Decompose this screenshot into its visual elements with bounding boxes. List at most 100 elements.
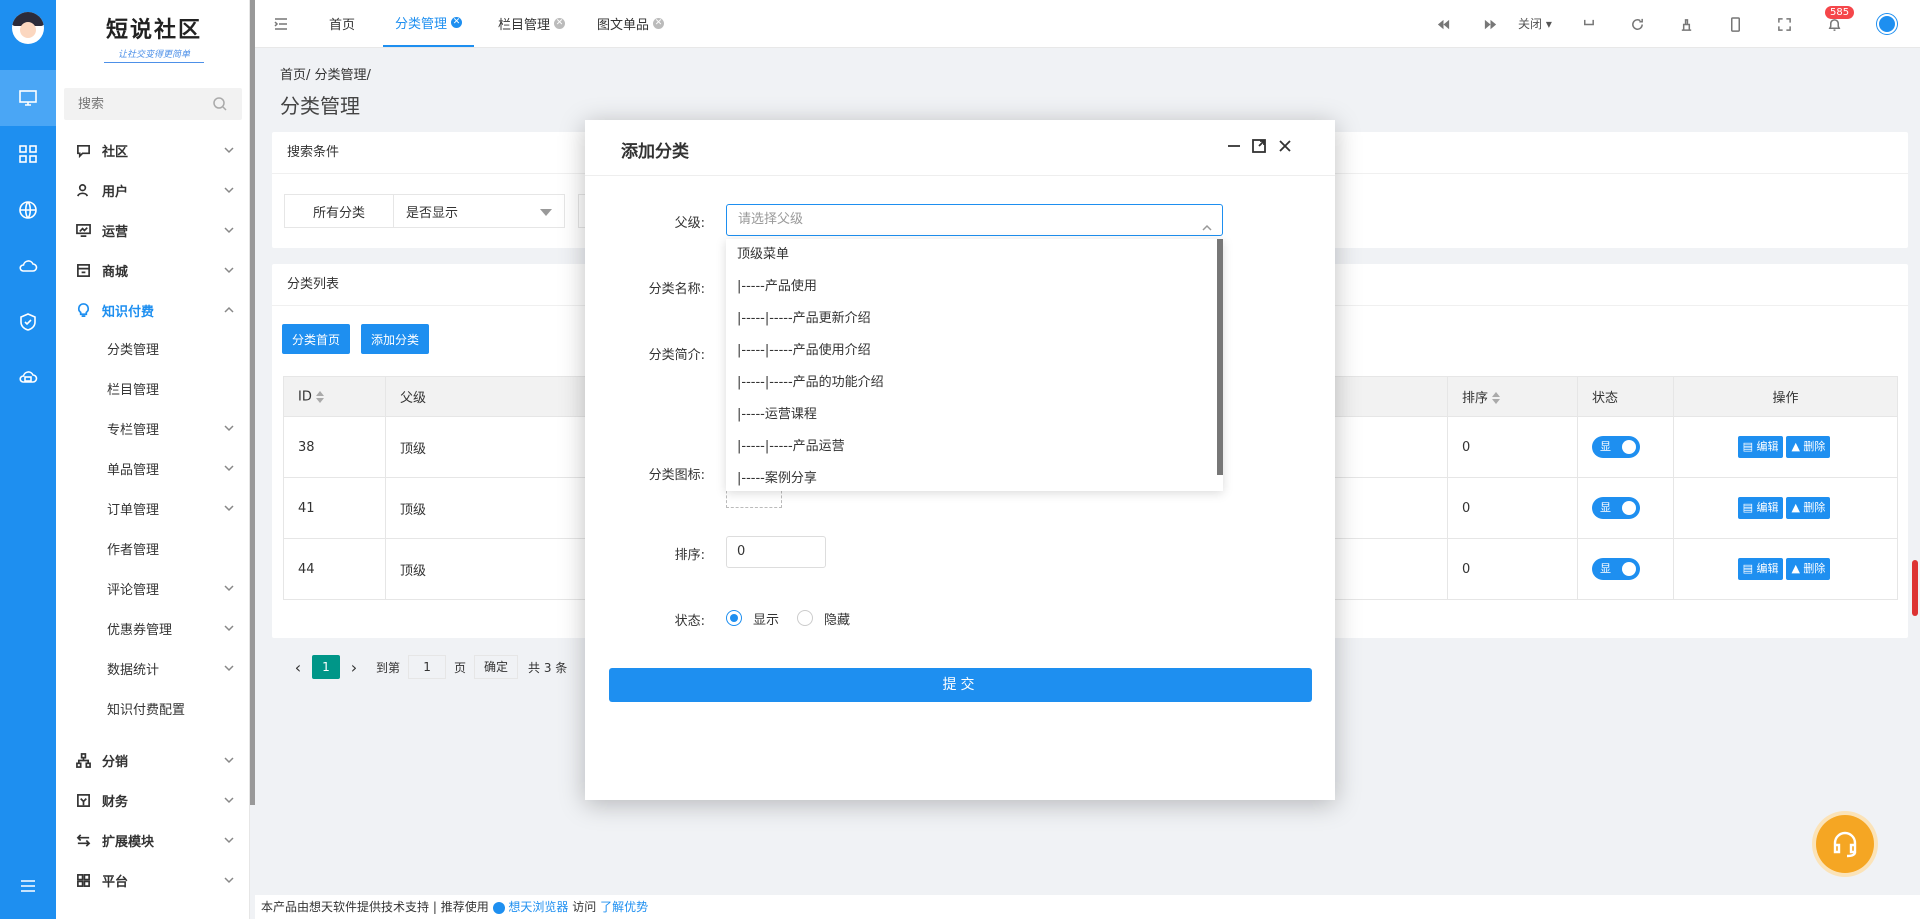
goto-page-input[interactable]: 1 — [408, 655, 447, 679]
submenu-item[interactable]: 单品管理 — [56, 448, 250, 488]
edge-handle[interactable] — [1912, 560, 1918, 616]
org-icon — [76, 752, 92, 768]
add-category-button[interactable]: 添加分类 — [361, 324, 429, 354]
next-page-icon[interactable]: › — [340, 658, 368, 677]
menu-item-finance[interactable]: 财务 — [56, 780, 250, 820]
delete-button[interactable]: ▲ 删除 — [1786, 497, 1831, 519]
status-toggle[interactable]: 显 — [1592, 436, 1640, 458]
menu-item-knowledge-pay[interactable]: 知识付费 — [56, 290, 250, 330]
submenu-item[interactable]: 知识付费配置 — [56, 688, 250, 728]
menu-item-operations[interactable]: 运营 — [56, 210, 250, 250]
intro-label: 分类简介: — [648, 348, 705, 363]
forward-icon[interactable] — [1480, 14, 1500, 34]
user-avatar[interactable] — [1877, 14, 1897, 34]
tab-close-icon[interactable]: ✕ — [451, 17, 463, 28]
sort-icon[interactable] — [315, 389, 324, 405]
submenu-item[interactable]: 优惠券管理 — [56, 608, 250, 648]
edit-button[interactable]: ▤ 编辑 — [1737, 558, 1784, 580]
dropdown-option[interactable]: |-----案例分享 — [726, 463, 1223, 491]
dropdown-option[interactable]: |-----|-----产品的功能介绍 — [726, 367, 1223, 399]
dropdown-option[interactable]: |-----运营课程 — [726, 399, 1223, 431]
tab-column-manage[interactable]: 栏目管理 ✕ — [498, 0, 566, 47]
status-hide-radio[interactable] — [797, 610, 813, 626]
close-dropdown[interactable]: 关闭 ▾ — [1518, 15, 1552, 32]
parent-select[interactable]: 请选择父级 — [726, 204, 1223, 236]
maximize-icon[interactable] — [1251, 138, 1269, 156]
fullscreen-icon[interactable] — [1774, 14, 1794, 34]
menu-item-community[interactable]: 社区 — [56, 130, 250, 170]
tab-category-manage[interactable]: 分类管理 ✕ — [383, 0, 475, 47]
minimize-icon[interactable] — [1226, 138, 1244, 156]
refresh-icon[interactable] — [1627, 14, 1647, 34]
delete-button[interactable]: ▲ 删除 — [1786, 558, 1831, 580]
sidebar-toggle-icon[interactable] — [273, 16, 289, 32]
submenu-item[interactable]: 专栏管理 — [56, 408, 250, 448]
submenu-item[interactable]: 分类管理 — [56, 328, 250, 368]
submenu-item[interactable]: 订单管理 — [56, 488, 250, 528]
dropdown-scrollbar[interactable] — [1217, 239, 1223, 475]
close-icon[interactable] — [1277, 138, 1295, 156]
dropdown-option[interactable]: |-----|-----产品运营 — [726, 431, 1223, 463]
shield-icon[interactable] — [0, 294, 56, 350]
mobile-icon[interactable] — [1725, 14, 1745, 34]
status-show-label[interactable]: 显示 — [753, 609, 779, 628]
parent-dropdown: 顶级菜单 |-----产品使用 |-----|-----产品更新介绍 |----… — [726, 239, 1223, 491]
user-icon — [76, 182, 92, 198]
dropdown-option[interactable]: |-----产品使用 — [726, 271, 1223, 303]
cloud-icon[interactable] — [0, 238, 56, 294]
edit-button[interactable]: ▤ 编辑 — [1737, 436, 1784, 458]
grid-icon[interactable] — [0, 126, 56, 182]
dropdown-option[interactable]: 顶级菜单 — [726, 239, 1223, 271]
menu-scrollbar[interactable] — [250, 0, 255, 805]
delete-button[interactable]: ▲ 删除 — [1786, 436, 1831, 458]
dropdown-option[interactable]: |-----|-----产品使用介绍 — [726, 335, 1223, 367]
menu-collapse-icon[interactable] — [0, 858, 56, 914]
cloud-sync-icon[interactable] — [0, 350, 56, 406]
customer-service-button[interactable] — [1816, 815, 1874, 873]
globe-icon[interactable] — [0, 182, 56, 238]
cell-status: 显 — [1577, 477, 1674, 539]
submit-button[interactable]: 提交 — [609, 668, 1312, 702]
tab-close-icon[interactable]: ✕ — [554, 18, 566, 29]
col-sort[interactable]: 排序 — [1447, 376, 1578, 417]
filter-all-categories[interactable]: 所有分类 — [284, 194, 394, 228]
filter-visibility-select[interactable]: 是否显示 — [393, 194, 565, 228]
tab-home[interactable]: 首页 — [329, 0, 355, 47]
edit-button[interactable]: ▤ 编辑 — [1737, 497, 1784, 519]
menu-item-users[interactable]: 用户 — [56, 170, 250, 210]
tab-close-icon[interactable]: ✕ — [653, 18, 665, 29]
clear-icon[interactable] — [1676, 14, 1696, 34]
browser-link[interactable]: 想天浏览器 — [508, 900, 568, 914]
avatar[interactable] — [12, 12, 44, 44]
chevron-down-icon — [224, 422, 234, 432]
rewind-icon[interactable] — [1433, 14, 1453, 34]
dropdown-option[interactable]: |-----|-----产品更新介绍 — [726, 303, 1223, 335]
submenu-item[interactable]: 作者管理 — [56, 528, 250, 568]
status-toggle[interactable]: 显 — [1592, 497, 1640, 519]
tab-article-item[interactable]: 图文单品 ✕ — [597, 0, 665, 47]
col-id[interactable]: ID — [283, 376, 386, 417]
page-number[interactable]: 1 — [312, 655, 340, 679]
search-input[interactable] — [64, 88, 204, 120]
submenu-item[interactable]: 数据统计 — [56, 648, 250, 688]
submenu-item[interactable]: 栏目管理 — [56, 368, 250, 408]
menu-item-extensions[interactable]: 扩展模块 — [56, 820, 250, 860]
status-hide-label[interactable]: 隐藏 — [824, 609, 850, 628]
menu-item-mall[interactable]: 商城 — [56, 250, 250, 290]
status-show-radio[interactable] — [726, 610, 742, 626]
desktop-icon[interactable] — [0, 70, 56, 126]
search-icon[interactable] — [212, 96, 228, 112]
menu-item-platform[interactable]: 平台 — [56, 860, 250, 900]
status-toggle[interactable]: 显 — [1592, 558, 1640, 580]
menu-item-distribution[interactable]: 分销 — [56, 740, 250, 780]
learn-more-link[interactable]: 了解优势 — [600, 900, 648, 914]
sort-icon[interactable] — [1492, 390, 1501, 406]
category-home-button[interactable]: 分类首页 — [282, 324, 350, 354]
sort-input[interactable]: 0 — [726, 536, 826, 568]
goto-confirm-button[interactable]: 确定 — [474, 655, 519, 679]
submenu-item[interactable]: 评论管理 — [56, 568, 250, 608]
undo-icon[interactable] — [1578, 14, 1598, 34]
parent-label: 父级: — [674, 216, 705, 231]
cell-ops: ▤ 编辑 ▲ 删除 — [1673, 477, 1898, 539]
prev-page-icon[interactable]: ‹ — [284, 658, 312, 677]
